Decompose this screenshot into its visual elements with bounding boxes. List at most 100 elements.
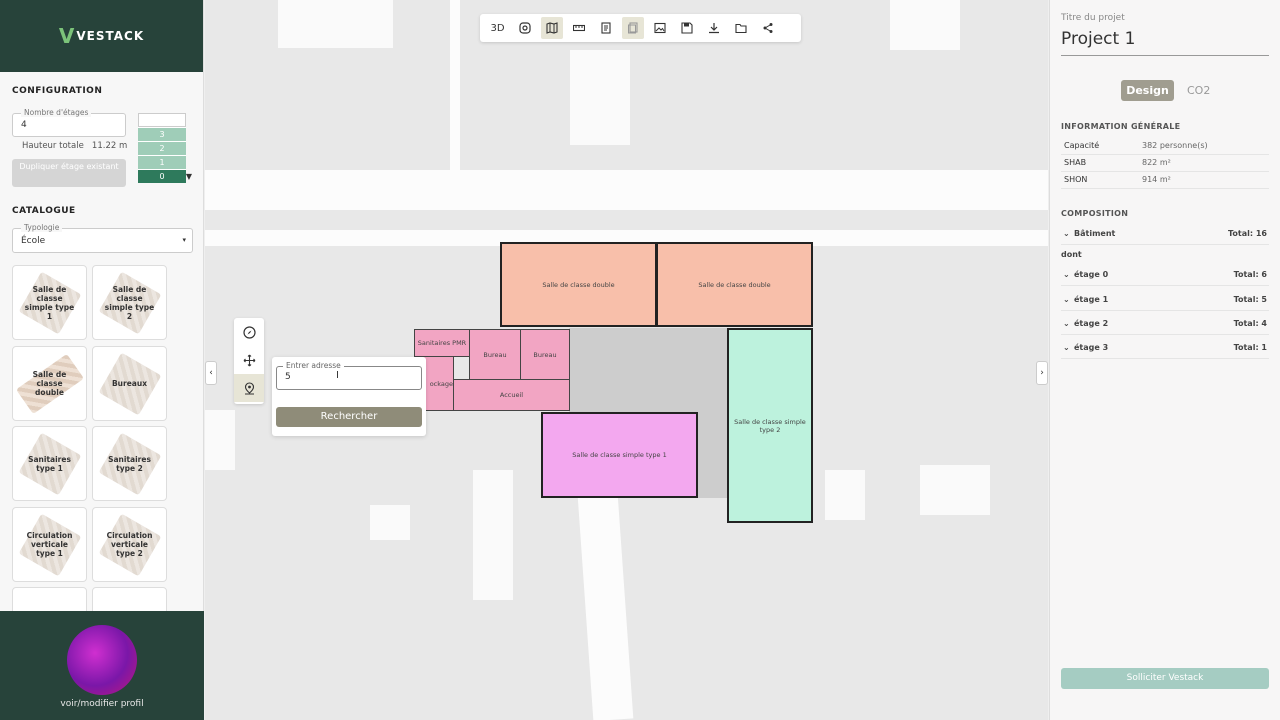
floors-count-value: 4 [21,120,27,130]
search-button[interactable]: Rechercher [276,407,422,427]
composition-level-2-row[interactable]: ⌄ étage 2 Total: 4 [1061,313,1269,335]
room-office[interactable]: Bureau [469,329,521,380]
duplicate-floor-button[interactable]: Dupliquer étage existant [12,159,126,187]
collapse-left-panel-button[interactable]: ‹ [205,361,217,385]
info-row-shon: SHON 914 m² [1061,172,1269,189]
composition-level-0-row[interactable]: ⌄ étage 0 Total: 6 [1061,264,1269,286]
copy-icon[interactable] [621,17,644,39]
tab-design[interactable]: Design [1121,80,1174,101]
floors-count-label: Nombre d'étages [21,108,92,117]
notes-icon[interactable] [595,17,617,39]
composition-level-1-row[interactable]: ⌄ étage 1 Total: 5 [1061,289,1269,311]
building-footprint [370,505,410,540]
composition-label: Bâtiment [1074,229,1116,238]
right-panel: Titre du projet Project 1 Design CO2 INF… [1049,0,1280,720]
move-icon[interactable] [234,346,264,374]
composition-level-3-row[interactable]: ⌄ étage 3 Total: 1 [1061,337,1269,359]
building-footprint [278,0,393,48]
floor-add-slot[interactable] [138,113,186,127]
catalog-item-sanitary-1[interactable]: Sanitaires type 1 [12,426,87,501]
chevron-down-icon: ⌄ [1063,319,1070,328]
catalog-item-vertical-circulation-2[interactable]: Circulation verticale type 2 [92,507,167,582]
composition-building-row[interactable]: ⌄ Bâtiment Total: 16 [1061,223,1269,245]
catalog-item-label: Circulation verticale type 1 [26,531,73,558]
brand-header[interactable]: V VESTACK [0,0,203,72]
chevron-down-icon: ⌄ [1063,270,1070,279]
total-height-value: 11.22 m [91,141,128,151]
catalog-item-partial[interactable] [12,587,87,611]
edit-profile-link[interactable]: voir/modifier profil [0,699,204,709]
catalog-item-label: Bureaux [111,379,148,388]
image-icon[interactable] [649,17,671,39]
floors-count-field[interactable]: Nombre d'étages 4 [12,108,126,137]
catalog-item-classroom-simple-1[interactable]: Salle de classe simple type 1 [12,265,87,340]
composition-total: Total: 4 [1233,319,1267,328]
info-row-capacity: Capacité 382 personne(s) [1061,138,1269,155]
text-cursor-icon: I [336,370,339,381]
brand-name: VESTACK [76,29,145,43]
download-icon[interactable] [703,17,725,39]
focus-icon[interactable] [514,17,536,39]
catalog-item-label: Salle de classe double [32,370,67,397]
building-footprint [570,50,630,145]
ruler-icon[interactable] [568,17,590,39]
total-height: Hauteur totale 11.22 m [22,141,127,151]
collapse-right-panel-button[interactable]: › [1036,361,1048,385]
profile-panel: voir/modifier profil [0,611,204,720]
avatar[interactable] [67,625,137,695]
catalog-item-classroom-simple-2[interactable]: Salle de classe simple type 2 [92,265,167,340]
project-title-input[interactable]: Project 1 [1061,29,1269,56]
catalog-item-label: Sanitaires type 1 [28,454,71,473]
building-footprint [825,470,865,520]
map-canvas[interactable]: Salle de classe double Salle de classe d… [205,0,1048,720]
info-key: SHAB [1064,158,1087,167]
composition-total: Total: 1 [1233,343,1267,352]
floor-2[interactable]: 2 [138,141,186,155]
composition-label: étage 0 [1074,270,1109,279]
catalog-item-classroom-double[interactable]: Salle de classe double [12,346,87,421]
catalog-item-offices[interactable]: Bureaux [92,346,167,421]
floor-3[interactable]: 3 [138,127,186,141]
building-footprint [473,470,513,600]
3d-view-button[interactable]: 3D [487,17,509,39]
catalog-item-sanitary-2[interactable]: Sanitaires type 2 [92,426,167,501]
room-reception[interactable]: Accueil [453,379,570,411]
building-footprint [890,0,960,50]
compass-icon[interactable] [234,318,264,346]
room-office[interactable]: Bureau [520,329,570,380]
floor-1[interactable]: 1 [138,155,186,169]
info-value: 822 m² [1142,158,1171,167]
catalog-item-label: Salle de classe simple type 2 [104,284,155,321]
address-input[interactable]: Entrer adresse 5 I [276,361,422,390]
chevron-left-icon: ‹ [209,368,213,378]
building-footprint [920,465,990,515]
room-classroom-double[interactable]: Salle de classe double [500,242,657,327]
tab-co2[interactable]: CO2 [1187,80,1210,101]
room-classroom-double[interactable]: Salle de classe double [656,242,813,327]
room-classroom-simple-2[interactable]: Salle de classe simple type 2 [727,328,813,523]
info-row-shab: SHAB 822 m² [1061,155,1269,172]
active-floor-pointer-icon: ▼ [185,172,192,181]
save-icon[interactable] [676,17,698,39]
chevron-down-icon: ▾ [182,236,186,244]
composition-label: étage 3 [1074,343,1109,352]
map-icon[interactable] [540,17,563,39]
building-footprint [205,410,235,470]
info-value: 382 personne(s) [1142,141,1208,150]
floor-0[interactable]: 0 [138,169,186,183]
configuration-title: CONFIGURATION [12,86,103,96]
project-title-label: Titre du projet [1061,13,1125,23]
catalog-item-partial[interactable] [92,587,167,611]
share-icon[interactable] [757,17,779,39]
left-panel: V VESTACK CONFIGURATION Nombre d'étages … [0,0,204,720]
map-toolbar: 3D [480,14,801,42]
location-pin-icon[interactable] [234,374,264,402]
catalog-item-vertical-circulation-1[interactable]: Circulation verticale type 1 [12,507,87,582]
composition-total: Total: 6 [1233,270,1267,279]
typology-value: École [21,236,46,246]
typology-select[interactable]: Typologie École ▾ [12,223,193,253]
room-sanitary-pmr[interactable]: Sanitaires PMR [414,329,470,357]
room-classroom-simple-1[interactable]: Salle de classe simple type 1 [541,412,698,498]
solicit-vestack-button[interactable]: Solliciter Vestack [1061,668,1269,689]
folder-icon[interactable] [730,17,752,39]
